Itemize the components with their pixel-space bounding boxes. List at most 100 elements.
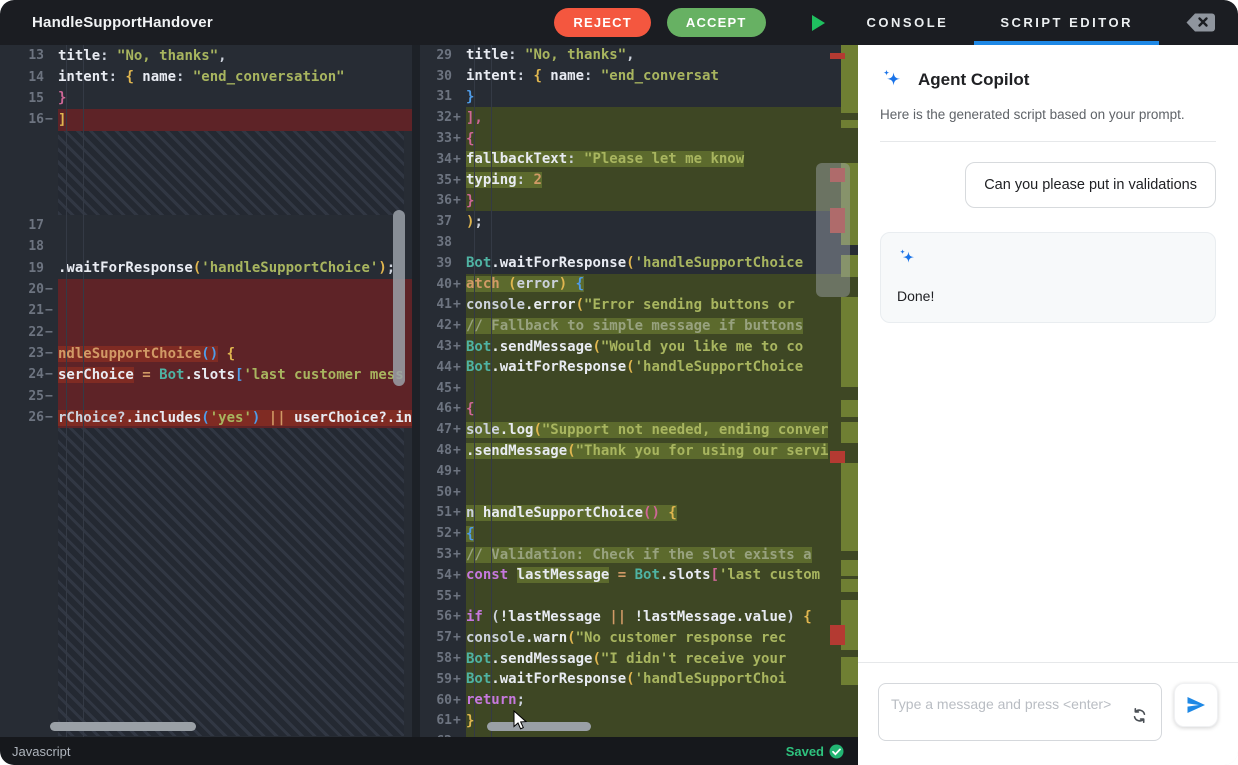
saved-label: Saved (785, 743, 824, 759)
sparkle-icon (883, 69, 901, 86)
code-line: 47 + sole .log("Support not needed, ending … (420, 419, 858, 441)
diff-editor: 13 title: "No, thanks",14 intent: { name… (0, 45, 858, 737)
line-number: 48 (436, 443, 452, 459)
send-icon (1187, 697, 1205, 713)
line-number: 50 (436, 484, 452, 500)
code-line: 44 + Bot .waitForResponse('handleSupportCh… (420, 356, 858, 378)
copilot-input-area: Type a message and press <enter> (858, 662, 1238, 765)
tab-script-editor[interactable]: SCRIPT EDITOR (974, 0, 1159, 45)
message-input-placeholder: Type a message and press <enter> (891, 696, 1112, 712)
code-line: 52 + { (420, 523, 858, 545)
horizontal-scrollbar[interactable] (50, 722, 196, 731)
copilot-messages: Can you please put in validations Done! (858, 142, 1238, 662)
line-number: 24 (28, 367, 44, 383)
line-number: 34 (436, 151, 452, 167)
play-icon[interactable] (811, 14, 825, 31)
line-number: 44 (436, 359, 452, 375)
ruler-green-mark (841, 422, 858, 443)
diff-overview-ruler (830, 45, 858, 737)
code-line: 59 + Bot .waitForResponse('handleSupportCh… (420, 668, 858, 690)
ruler-green-mark (841, 579, 858, 592)
line-number: 43 (436, 339, 452, 355)
tab-console[interactable]: CONSOLE (867, 15, 949, 30)
code-line: 55 + (420, 585, 858, 607)
check-icon (829, 744, 844, 758)
diff-panel-original[interactable]: 13 title: "No, thanks",14 intent: { name… (0, 45, 412, 737)
indent-guide (491, 45, 492, 737)
line-number: 61 (436, 713, 452, 729)
code-line: 39 Bot .waitForResponse('handleSupportCho… (420, 253, 858, 274)
line-number: 41 (436, 297, 452, 313)
backspace-icon[interactable] (1185, 12, 1216, 33)
line-number: 49 (436, 463, 452, 479)
line-number: 21 (28, 303, 44, 319)
line-number: 25 (28, 388, 44, 404)
line-number: 55 (436, 588, 452, 604)
refresh-icon[interactable] (1130, 706, 1149, 730)
code-line: 14 intent: { name: "end_conversation" (0, 66, 412, 87)
code-line: 61 +} (420, 710, 858, 732)
language-label: Javascript (12, 743, 71, 759)
code-line: 17 (0, 215, 412, 236)
copilot-panel: Agent Copilot Here is the generated scri… (858, 45, 1238, 765)
code-line: 23− ndleSupportChoice() { (0, 342, 412, 365)
ruler-green-mark (841, 297, 858, 387)
code-line: 16− ] (0, 109, 412, 131)
line-number: 18 (28, 239, 44, 255)
line-number: 58 (436, 651, 452, 666)
line-number: 56 (436, 609, 452, 625)
line-number: 59 (436, 671, 452, 687)
reject-button[interactable]: REJECT (554, 8, 651, 37)
vertical-scrollbar[interactable] (816, 163, 850, 297)
line-number: 30 (436, 68, 452, 84)
ruler-red-mark (830, 53, 845, 59)
line-number: 42 (436, 318, 452, 334)
code-line: 60+ return; (420, 689, 858, 711)
line-number: 22 (28, 324, 44, 340)
ruler-green-mark (841, 560, 858, 576)
code-line: 22− (0, 321, 412, 343)
code-line: 54 + const lastMessage = Bot .slots['last … (420, 564, 858, 586)
line-number: 37 (436, 214, 452, 230)
line-number: 33 (436, 131, 452, 147)
code-line: 31 } (420, 87, 858, 108)
saved-status: Saved (786, 744, 844, 759)
line-number: 19 (28, 260, 44, 276)
diff-panel-modified[interactable]: 29 title: "No, thanks",30 intent: { name… (420, 45, 858, 737)
code-line: 42 + // Fallback to simple message if but… (420, 315, 858, 337)
assistant-message-text: Done! (897, 287, 935, 304)
tab-script-editor-label: SCRIPT EDITOR (1000, 15, 1133, 30)
code-line: 51 + n handleSupportChoice() { (420, 502, 858, 524)
code-line: 32+ ], (420, 107, 858, 129)
line-number: 17 (28, 217, 44, 233)
vertical-scrollbar[interactable] (393, 210, 405, 386)
app-window: HandleSupportHandover REJECT ACCEPT CONS… (0, 0, 1238, 765)
line-number: 16 (28, 112, 44, 128)
sparkle-icon (900, 248, 914, 263)
code-line: 40 + atch (error) { (420, 273, 858, 295)
line-number: 29 (436, 47, 452, 63)
code-line: 49 + (420, 460, 858, 482)
accept-button[interactable]: ACCEPT (666, 8, 766, 37)
line-number: 15 (28, 90, 44, 106)
line-number: 47 (436, 422, 452, 438)
code-line: 38 (420, 232, 858, 253)
line-number: 23 (28, 346, 44, 362)
code-line: 15 } (0, 88, 412, 109)
line-number: 38 (436, 235, 452, 251)
line-number: 53 (436, 547, 452, 563)
collapsed-region (58, 428, 404, 737)
code-line: 36 + } (420, 190, 858, 212)
code-line: 43 + Bot .sendMessage("Would you like me t… (420, 336, 858, 357)
code-line: 50 + (420, 481, 858, 503)
code-line: 41 + console .error("Error sending buttons… (420, 294, 858, 316)
ruler-green-mark (841, 120, 858, 128)
send-button[interactable] (1174, 683, 1218, 727)
line-number: 39 (436, 255, 452, 271)
horizontal-scrollbar[interactable] (487, 722, 591, 731)
copilot-subtitle: Here is the generated script based on yo… (880, 105, 1216, 142)
code-line: 57 + console .warn("No customer response r… (420, 627, 858, 649)
message-input[interactable]: Type a message and press <enter> (878, 683, 1162, 741)
ruler-green-mark (841, 657, 858, 685)
script-title: HandleSupportHandover (32, 14, 213, 31)
